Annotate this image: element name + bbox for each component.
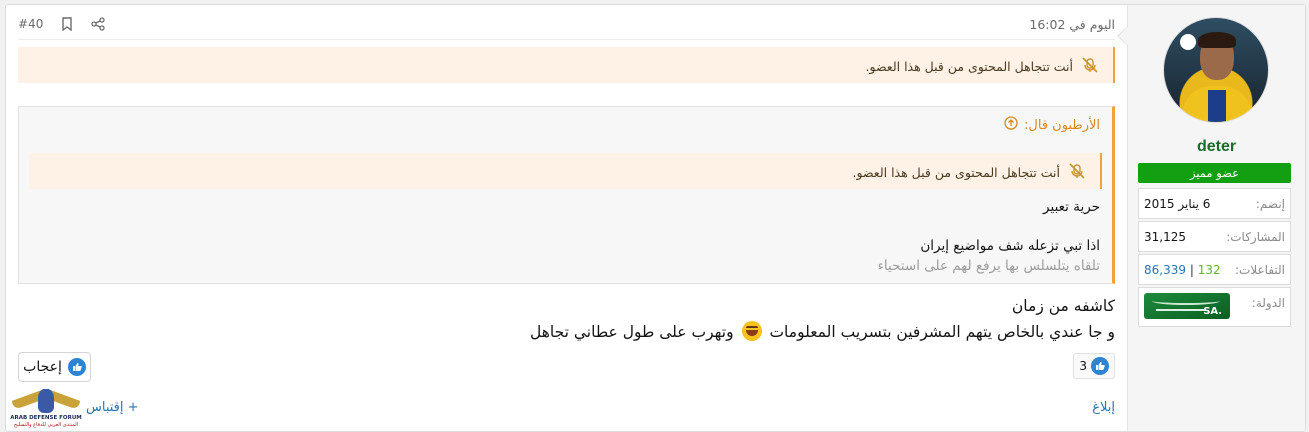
country-label: الدولة:	[1251, 296, 1285, 310]
saudi-flag-icon: .SA	[1144, 293, 1230, 319]
post-body-line: و جا عندي بالخاص يتهم المشرفين بتسريب ال…	[530, 321, 1115, 341]
post-number-link[interactable]: #40	[18, 17, 43, 31]
posts-value: 31,125	[1144, 230, 1186, 244]
divider	[18, 39, 1115, 40]
logo-subtext: المنتدى العربي للدفاع والتسليح	[13, 422, 79, 428]
quote-faded-line: تلقاه يتلسلس بها يرفع لهم على استحياء	[877, 258, 1100, 274]
reaction-points[interactable]: 132	[1198, 263, 1221, 277]
ignored-notice-text: أنت تتجاهل المحتوى من قبل هذا العضو.	[865, 59, 1073, 74]
post-timestamp[interactable]: اليوم في 16:02	[1029, 17, 1115, 32]
like-icon	[1091, 357, 1109, 375]
post-main: #40 اليوم في 16:02 أنت تتجاهل المحتوى من…	[18, 5, 1115, 431]
user-role-badge: عضو مميز	[1138, 163, 1291, 183]
ignored-content-notice[interactable]: أنت تتجاهل المحتوى من قبل هذا العضو.	[18, 47, 1115, 83]
reaction-likes[interactable]: 86,339	[1144, 263, 1186, 277]
user-reactions: التفاعلات: 132 | 86,339	[1138, 254, 1291, 285]
arrow-up-circle-icon[interactable]	[1004, 116, 1018, 134]
user-country: الدولة: .SA	[1138, 287, 1291, 327]
flag-text: .SA	[1203, 306, 1222, 317]
quote-line: اذا تبي تزعله شف مواضيع إيران	[920, 238, 1100, 254]
logo-text: ARAB DEFENSE FORUM	[10, 415, 82, 421]
joy-emoji-icon	[741, 321, 762, 341]
user-joined: إنضم: 6 يناير 2015	[1138, 188, 1291, 219]
quote-author-text: الأرطبون قال:	[1024, 117, 1100, 133]
reaction-count: 3	[1079, 359, 1087, 373]
user-posts: المشاركات: 31,125	[1138, 221, 1291, 252]
username[interactable]: deter	[1128, 138, 1305, 156]
report-link[interactable]: إبلاغ	[1092, 400, 1115, 415]
post-body-text: وتهرب على طول عطاني تجاهل	[530, 323, 734, 341]
joined-label: إنضم:	[1255, 197, 1285, 211]
bookmark-icon[interactable]	[61, 17, 73, 31]
post-header: #40 اليوم في 16:02	[18, 13, 1115, 35]
quote-author-link[interactable]: الأرطبون قال:	[1004, 116, 1100, 134]
quote-block: الأرطبون قال: أنت تتجاهل المحتوى من قبل …	[18, 106, 1115, 284]
muted-icon	[1081, 57, 1099, 76]
reactions-summary[interactable]: 3	[1073, 353, 1115, 379]
avatar[interactable]	[1163, 17, 1269, 123]
post-body-line: كاشفه من زمان	[1011, 297, 1115, 315]
like-icon	[67, 358, 86, 376]
muted-icon	[1068, 163, 1086, 182]
post-body-text: و جا عندي بالخاص يتهم المشرفين بتسريب ال…	[769, 323, 1115, 341]
quote-ignored-notice[interactable]: أنت تتجاهل المحتوى من قبل هذا العضو.	[29, 153, 1102, 189]
user-sidebar: deter عضو مميز إنضم: 6 يناير 2015 المشار…	[1117, 5, 1305, 431]
quote-line: حرية تعبير	[1043, 199, 1100, 215]
quote-ignored-text: أنت تتجاهل المحتوى من قبل هذا العضو.	[852, 165, 1060, 180]
like-button[interactable]: إعجاب	[18, 352, 91, 382]
quote-button[interactable]: + إقتباس	[86, 400, 139, 415]
posts-label: المشاركات:	[1226, 230, 1285, 244]
share-icon[interactable]	[91, 17, 105, 31]
reactions-label: التفاعلات:	[1235, 263, 1285, 277]
sidebar-arrow	[1117, 26, 1137, 46]
like-button-label: إعجاب	[23, 359, 62, 375]
post-container: #40 اليوم في 16:02 أنت تتجاهل المحتوى من…	[5, 4, 1306, 432]
joined-value: 6 يناير 2015	[1144, 197, 1211, 211]
reactions-value: 132 | 86,339	[1144, 263, 1221, 277]
reactions-separator: |	[1189, 263, 1194, 277]
forum-logo: ARAB DEFENSE FORUM المنتدى العربي للدفاع…	[10, 385, 82, 431]
post-actions: #40	[18, 17, 105, 31]
